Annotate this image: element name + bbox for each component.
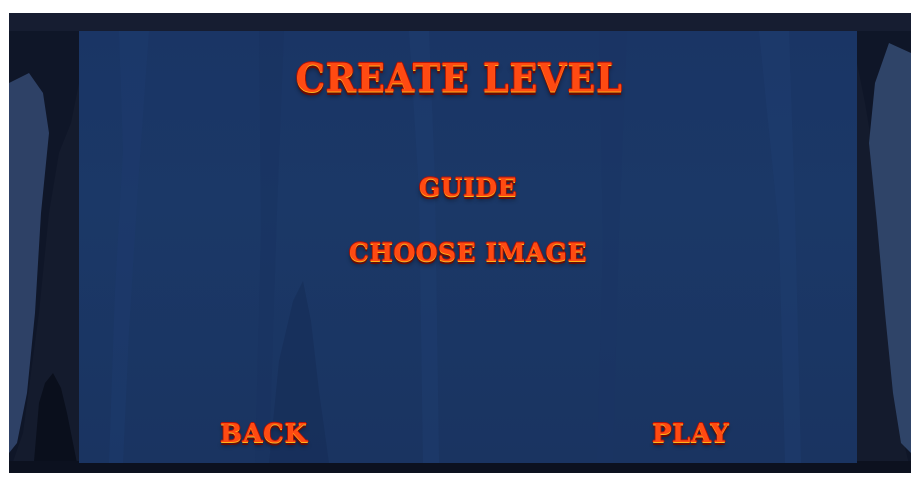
left-stalagmite [33, 373, 79, 473]
ceiling [9, 13, 911, 31]
play-button[interactable]: PLAY [652, 419, 729, 449]
back-button[interactable]: BACK [220, 419, 307, 449]
choose-image-button[interactable]: CHOOSE IMAGE [9, 238, 918, 267]
screen-title: CREATE LEVEL [295, 54, 623, 102]
guide-button[interactable]: GUIDE [9, 173, 918, 202]
